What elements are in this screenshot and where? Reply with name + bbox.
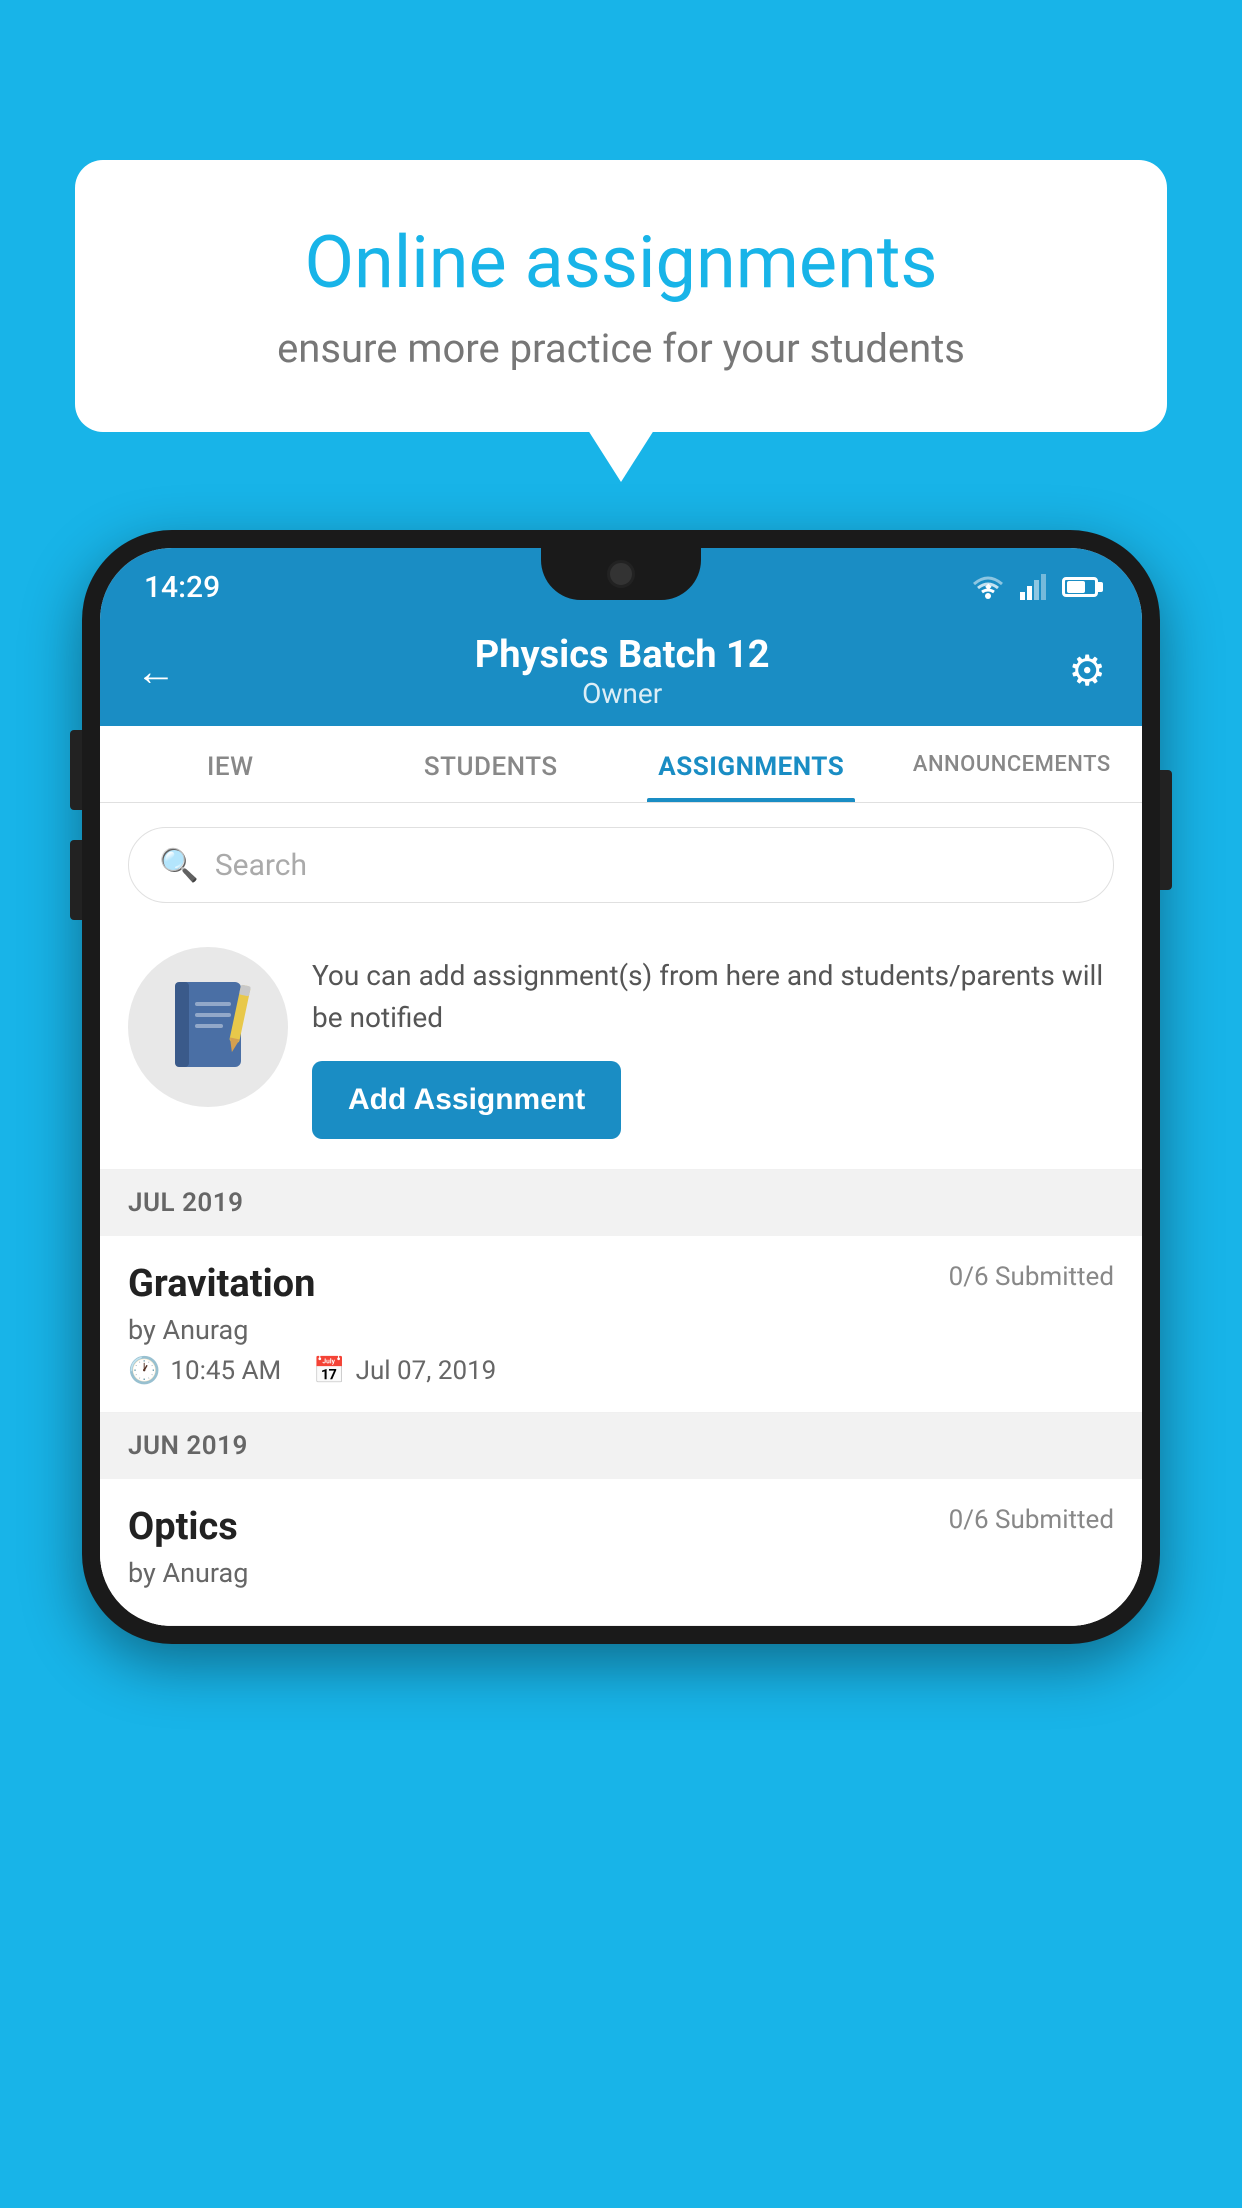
settings-icon[interactable]: ⚙ (1068, 646, 1106, 696)
meta-date-gravitation: 📅 Jul 07, 2019 (313, 1356, 496, 1386)
volume-down-button (70, 840, 82, 920)
battery-icon (1062, 577, 1098, 597)
assignment-by-optics: by Anurag (128, 1557, 1114, 1589)
month-header-jul: JUL 2019 (100, 1170, 1142, 1236)
assignment-row1: Gravitation 0/6 Submitted (128, 1262, 1114, 1306)
meta-time-gravitation: 🕐 10:45 AM (128, 1356, 281, 1386)
phone-notch (541, 548, 701, 600)
assignment-time-gravitation: 10:45 AM (170, 1356, 281, 1386)
status-icons (970, 574, 1098, 600)
tabs-bar: IEW STUDENTS ASSIGNMENTS ANNOUNCEMENTS (100, 726, 1142, 803)
header-title: Physics Batch 12 (475, 633, 770, 677)
tab-students[interactable]: STUDENTS (361, 726, 622, 802)
search-icon: 🔍 (159, 846, 199, 884)
search-bar[interactable]: 🔍 Search (128, 827, 1114, 903)
tab-assignments[interactable]: ASSIGNMENTS (621, 726, 882, 802)
notebook-icon (163, 977, 253, 1077)
header-subtitle: Owner (475, 677, 770, 710)
tab-iew[interactable]: IEW (100, 726, 361, 802)
assignment-by-gravitation: by Anurag (128, 1314, 1114, 1346)
assignment-item-optics[interactable]: Optics 0/6 Submitted by Anurag (100, 1479, 1142, 1626)
month-header-jun: JUN 2019 (100, 1413, 1142, 1479)
signal-icon (1020, 574, 1048, 600)
status-time: 14:29 (144, 570, 220, 605)
search-placeholder: Search (215, 848, 307, 883)
assignment-row1-optics: Optics 0/6 Submitted (128, 1505, 1114, 1549)
assignment-item-gravitation[interactable]: Gravitation 0/6 Submitted by Anurag 🕐 10… (100, 1236, 1142, 1413)
speech-bubble-area: Online assignments ensure more practice … (75, 160, 1167, 432)
add-assignment-button[interactable]: Add Assignment (312, 1061, 621, 1139)
assignment-meta-gravitation: 🕐 10:45 AM 📅 Jul 07, 2019 (128, 1356, 1114, 1386)
wifi-icon (970, 574, 1006, 600)
promo-icon-circle (128, 947, 288, 1107)
assignment-date-gravitation: Jul 07, 2019 (356, 1356, 497, 1386)
header-title-area: Physics Batch 12 Owner (475, 633, 770, 710)
assignment-name-optics: Optics (128, 1505, 238, 1549)
clock-icon: 🕐 (128, 1356, 160, 1386)
speech-bubble: Online assignments ensure more practice … (75, 160, 1167, 432)
assignment-submitted-gravitation: 0/6 Submitted (949, 1262, 1114, 1292)
calendar-icon: 📅 (313, 1356, 345, 1386)
back-button[interactable]: ← (136, 648, 176, 695)
phone-wrapper: 14:29 (82, 530, 1160, 2208)
power-button (1160, 770, 1172, 890)
phone-outer: 14:29 (82, 530, 1160, 1644)
battery-fill (1067, 581, 1085, 593)
bubble-title: Online assignments (145, 220, 1097, 305)
promo-section: You can add assignment(s) from here and … (100, 927, 1142, 1170)
assignment-submitted-optics: 0/6 Submitted (949, 1505, 1114, 1535)
bubble-subtitle: ensure more practice for your students (145, 325, 1097, 372)
assignment-name-gravitation: Gravitation (128, 1262, 315, 1306)
promo-right: You can add assignment(s) from here and … (312, 947, 1114, 1139)
tab-announcements[interactable]: ANNOUNCEMENTS (882, 726, 1143, 802)
promo-text: You can add assignment(s) from here and … (312, 955, 1114, 1039)
phone-screen: 14:29 (100, 548, 1142, 1626)
phone-camera (607, 560, 635, 588)
volume-up-button (70, 730, 82, 810)
app-header: ← Physics Batch 12 Owner ⚙ (100, 616, 1142, 726)
content-area: 🔍 Search (100, 803, 1142, 1626)
